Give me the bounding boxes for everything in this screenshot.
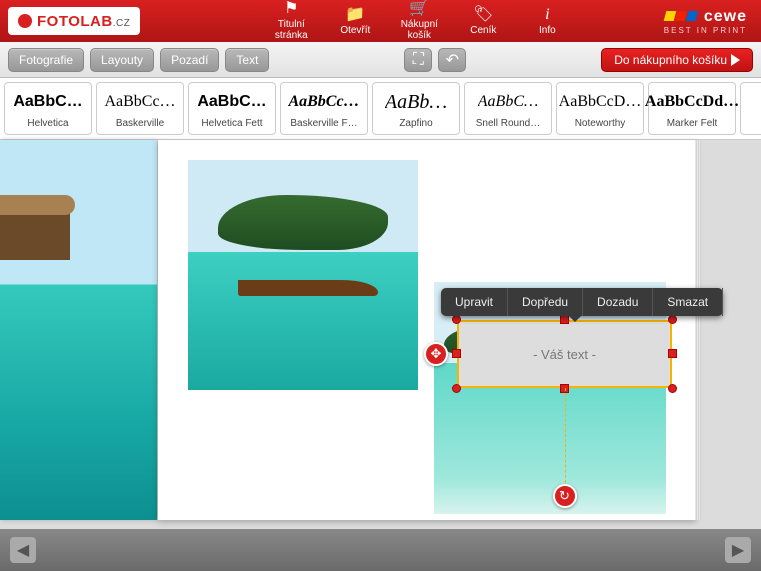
font-option[interactable]: AaBbCcD…Noteworthy	[556, 82, 644, 135]
cewe-logo-icon	[686, 11, 699, 21]
context-menu: Upravit Dopředu Dozadu Smazat	[441, 288, 723, 316]
font-option[interactable]: AaBb…Zapfino	[372, 82, 460, 135]
font-option[interactable]: AaBbCc…Baskerville F…	[280, 82, 368, 135]
font-label: Marker Felt	[667, 118, 718, 131]
textbox[interactable]: - Váš text -	[457, 320, 672, 388]
canvas-area: Upravit Dopředu Dozadu Smazat - Váš text…	[0, 140, 761, 571]
font-label: Helvetica	[27, 118, 68, 131]
undo-icon: ↶	[446, 50, 459, 70]
folder-icon: 📁	[345, 7, 365, 23]
prev-page-button[interactable]: ◀	[10, 537, 36, 563]
partner-brand: cewe BEST IN PRINT	[664, 8, 753, 35]
font-option[interactable]: AaBbCc…Baskerville	[96, 82, 184, 135]
menu-pointer-icon	[569, 316, 581, 322]
ctx-send-backward[interactable]: Dozadu	[583, 288, 653, 316]
font-label: Noteworthy	[575, 118, 626, 131]
logo-dot-icon	[18, 14, 32, 28]
nav-label: Titulní stránka	[262, 19, 320, 41]
next-page-button[interactable]: ▶	[725, 537, 751, 563]
logo[interactable]: FOTOLAB.CZ	[8, 7, 140, 35]
photo-thumbnail[interactable]	[0, 140, 157, 520]
nav-label: Otevřít	[340, 25, 370, 36]
fullscreen-button[interactable]: ⛶	[404, 48, 432, 72]
nav-price[interactable]: 🏷 Ceník	[454, 2, 512, 40]
font-option[interactable]: AaBbChalkb	[740, 82, 761, 135]
resize-handle[interactable]	[668, 315, 677, 324]
nav-open[interactable]: 📁 Otevřít	[326, 2, 384, 40]
nav-label: Ceník	[470, 25, 496, 36]
font-option[interactable]: AaBbC…Helvetica	[4, 82, 92, 135]
chevron-right-icon	[731, 54, 740, 66]
font-sample: AaBbC…	[13, 86, 82, 118]
tab-background[interactable]: Pozadí	[160, 48, 219, 72]
tab-text[interactable]: Text	[225, 48, 269, 72]
chevron-left-icon: ◀	[17, 540, 29, 560]
font-label: Zapfino	[399, 118, 432, 131]
textbox-placeholder: - Váš text -	[533, 347, 596, 362]
font-label: Baskerville	[116, 118, 164, 131]
textbox-selection[interactable]: - Váš text - ✥ ↻	[457, 320, 672, 388]
font-option[interactable]: AaBbCcDd…Marker Felt	[648, 82, 736, 135]
font-label: Snell Round…	[476, 118, 540, 131]
font-sample: AaBbCc…	[288, 86, 359, 118]
flag-icon: ⚑	[284, 1, 298, 17]
tag-icon: 🏷	[473, 7, 493, 23]
font-sample: AaBbCcD…	[559, 86, 642, 118]
resize-handle[interactable]	[452, 315, 461, 324]
chevron-right-icon: ▶	[732, 540, 744, 560]
ctx-bring-forward[interactable]: Dopředu	[508, 288, 583, 316]
font-label: Baskerville F…	[290, 118, 357, 131]
page-left[interactable]	[0, 140, 157, 520]
topbar: FOTOLAB.CZ ⚑ Titulní stránka 📁 Otevřít 🛒…	[0, 0, 761, 42]
font-sample: AaBb…	[385, 86, 447, 118]
photo-thumbnail[interactable]	[434, 282, 666, 514]
nav-home[interactable]: ⚑ Titulní stránka	[262, 2, 320, 40]
move-icon: ✥	[431, 346, 442, 362]
font-option[interactable]: AaBbC…Helvetica Fett	[188, 82, 276, 135]
ctx-edit[interactable]: Upravit	[441, 288, 508, 316]
resize-handle[interactable]	[668, 349, 677, 358]
nav-label: Info	[539, 25, 556, 36]
font-label: Helvetica Fett	[201, 118, 262, 131]
resize-handle[interactable]	[452, 349, 461, 358]
fullscreen-icon: ⛶	[413, 51, 424, 69]
font-sample: AaBbC…	[197, 86, 266, 118]
font-option[interactable]: AaBbC…Snell Round…	[464, 82, 552, 135]
tab-layouts[interactable]: Layouty	[90, 48, 154, 72]
nav-info[interactable]: i Info	[518, 2, 576, 40]
resize-handle[interactable]	[560, 315, 569, 324]
font-picker[interactable]: AaBbC…HelveticaAaBbCc…BaskervilleAaBbC…H…	[0, 78, 761, 140]
resize-handle[interactable]	[452, 384, 461, 393]
rotate-guide	[565, 388, 566, 488]
undo-button[interactable]: ↶	[438, 48, 466, 72]
info-icon: i	[545, 7, 549, 23]
rotate-handle[interactable]: ↻	[553, 484, 577, 508]
font-sample: AaBbCc…	[104, 86, 175, 118]
tab-photos[interactable]: Fotografie	[8, 48, 84, 72]
add-to-cart-button[interactable]: Do nákupního košíku	[601, 48, 753, 72]
cart-icon: 🛒	[409, 1, 429, 17]
resize-handle[interactable]	[668, 384, 677, 393]
font-sample: AaBbC…	[478, 86, 538, 118]
subbar: Fotografie Layouty Pozadí Text ⛶ ↶ Do ná…	[0, 42, 761, 78]
font-sample: AaBbCcDd…	[645, 86, 739, 118]
page-edge	[695, 140, 701, 520]
logo-text: FOTOLAB.CZ	[37, 13, 130, 30]
rotate-icon: ↻	[559, 488, 570, 504]
move-handle[interactable]: ✥	[424, 342, 448, 366]
nav-label: Nákupní košík	[390, 19, 448, 41]
nav-cart[interactable]: 🛒 Nákupní košík	[390, 2, 448, 40]
photo-thumbnail[interactable]	[188, 160, 418, 390]
bottombar: ◀ ▶	[0, 529, 761, 571]
ctx-delete[interactable]: Smazat	[653, 288, 723, 316]
